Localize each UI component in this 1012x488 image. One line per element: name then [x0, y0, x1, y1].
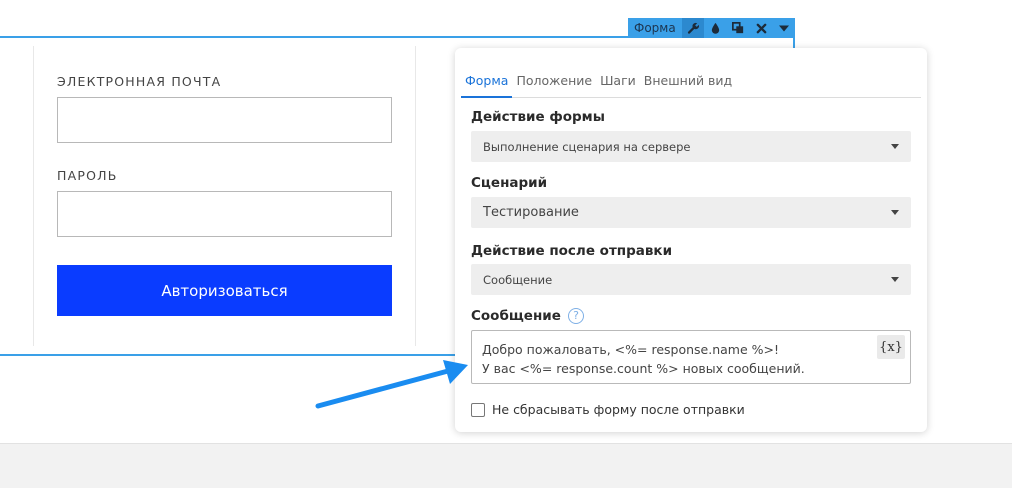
annotation-arrow-icon [315, 360, 468, 409]
